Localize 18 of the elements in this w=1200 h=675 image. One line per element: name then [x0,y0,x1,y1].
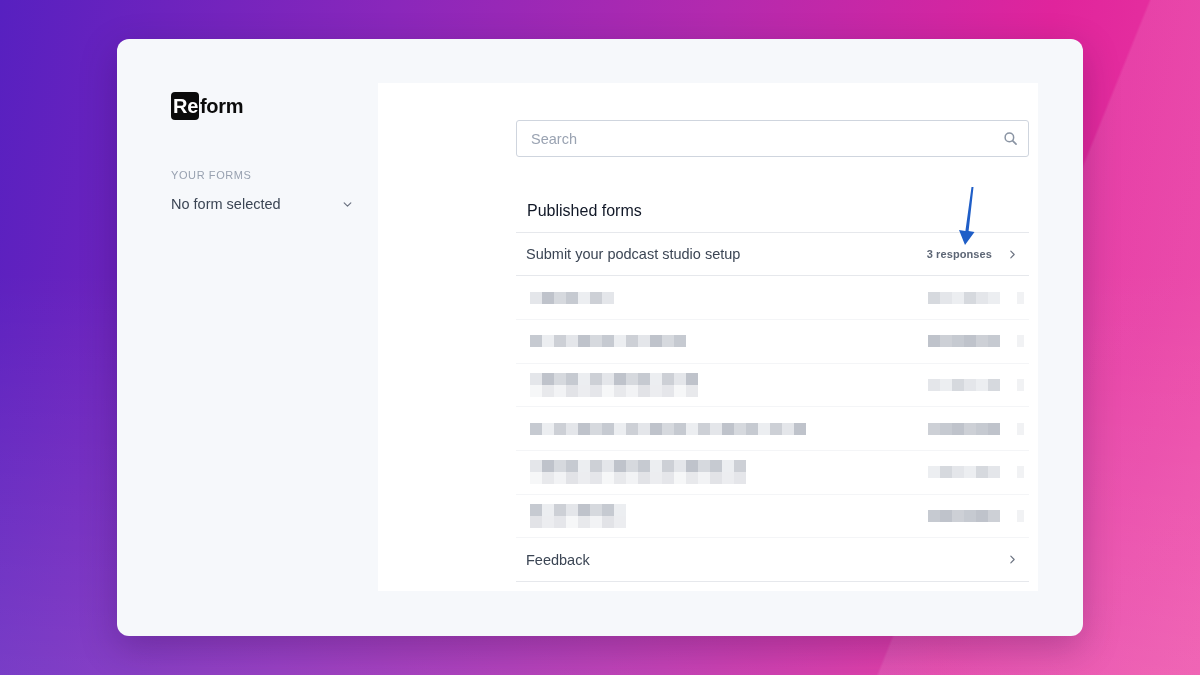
section-heading: Published forms [527,201,642,220]
form-link[interactable]: Feedback [526,551,992,568]
form-link[interactable]: Submit your podcast studio setup [526,246,927,262]
chevron-right-icon[interactable] [1010,555,1015,565]
search-icon[interactable] [1004,132,1017,145]
chevron-down-icon [343,201,352,207]
search-field[interactable]: Search [516,120,1029,157]
redacted-count [928,466,1000,479]
redacted-count [928,422,1000,435]
section-label: YOUR FORMS [171,168,252,182]
redacted-count [928,335,1000,348]
logo: Reform [171,92,244,120]
redacted-count [928,510,1000,523]
chevron-right-icon[interactable] [1010,249,1015,259]
redacted-count [928,291,1000,304]
response-count: 3 responses [926,248,992,260]
form-select[interactable]: No form selected [171,194,354,214]
redacted-count [928,379,1000,391]
